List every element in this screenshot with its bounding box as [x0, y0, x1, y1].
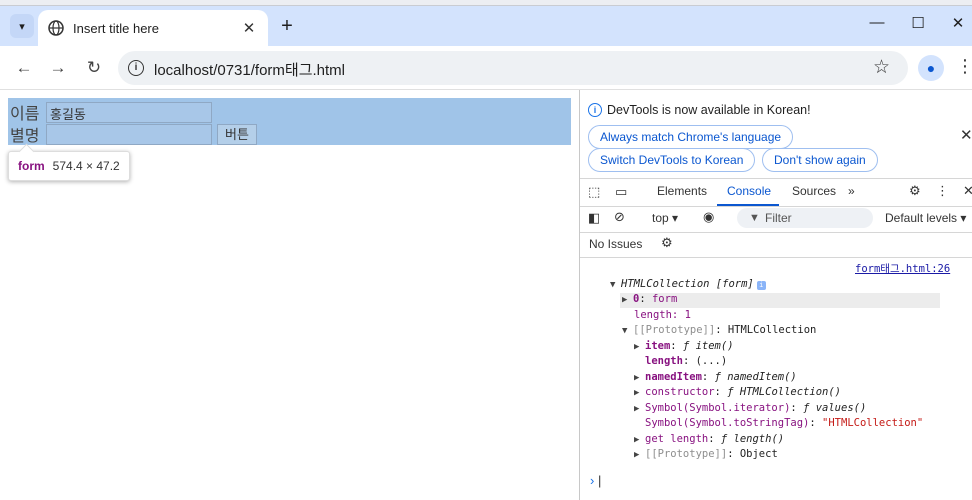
window-close-button[interactable]: ✕ — [946, 14, 970, 32]
prop-length[interactable]: length: (...) — [645, 354, 727, 370]
bookmark-star-icon[interactable]: ☆ — [873, 56, 890, 79]
tooltip-size: 574.4 × 47.2 — [52, 159, 120, 173]
filter-icon: ▼ — [749, 212, 760, 224]
prop-constructor[interactable]: ▶ constructor: ƒ HTMLCollection() — [634, 385, 841, 401]
inspect-element-icon[interactable]: ⬚ — [588, 184, 600, 200]
expand-arrow-icon: ▼ — [622, 326, 628, 336]
devtools-close-icon[interactable]: ✕ — [963, 183, 972, 199]
collection-header[interactable]: ▼ HTMLCollection [form] i — [610, 277, 766, 293]
prop-prototype[interactable]: ▶ [[Prototype]]: Object — [634, 447, 778, 463]
form-button[interactable]: 버튼 — [217, 123, 257, 145]
name-label: 이름 — [10, 106, 40, 123]
levels-value: Default levels — [885, 211, 958, 225]
prop-item[interactable]: ▶ item: ƒ item() — [634, 339, 734, 355]
tab-sources[interactable]: Sources — [792, 184, 836, 198]
nickname-input[interactable] — [46, 123, 212, 145]
prototype-line[interactable]: ▼ [[Prototype]]: HTMLCollection — [622, 323, 816, 339]
console-prompt[interactable]: › | — [590, 473, 601, 488]
tab-close-icon[interactable]: ✕ — [240, 19, 258, 37]
info-icon: i — [588, 103, 602, 117]
language-notice: i DevTools is now available in Korean! — [588, 103, 811, 117]
site-info-icon[interactable]: i — [128, 60, 144, 76]
devtools-menu-icon[interactable]: ⋮ — [936, 183, 949, 199]
log-levels-dropdown[interactable]: Default levels ▾ — [885, 211, 966, 225]
notice-text: DevTools is now available in Korean! — [607, 103, 811, 117]
dont-show-again-button[interactable]: Don't show again — [762, 148, 878, 172]
prop-tostringtag: Symbol(Symbol.toStringTag): "HTMLCollect… — [645, 417, 924, 429]
console-filter-input[interactable]: ▼ Filter — [737, 208, 873, 228]
filter-placeholder: Filter — [765, 211, 792, 225]
source-link[interactable]: form태그.html:26 — [855, 262, 950, 278]
tab-search-button[interactable]: ▾ — [10, 14, 34, 38]
more-tabs-icon[interactable]: » — [848, 184, 855, 198]
browser-menu-icon[interactable]: ⋮ — [956, 56, 972, 77]
form-row-nickname: 별명 버튼 — [10, 122, 257, 146]
forward-button[interactable]: → — [46, 56, 70, 80]
settings-gear-icon[interactable]: ⚙ — [909, 183, 921, 199]
page-viewport: 이름 홍길동 별명 버튼 form 574.4 × 47.2 — [0, 90, 579, 500]
devtools-panel: i DevTools is now available in Korean! A… — [580, 90, 972, 500]
chevron-down-icon: ▾ — [19, 20, 25, 33]
context-value: top — [652, 211, 669, 225]
collapse-arrow-icon: ▶ — [622, 295, 628, 305]
tab-console[interactable]: Console — [727, 184, 771, 198]
divider — [580, 206, 972, 207]
name-input[interactable]: 홍길동 — [46, 101, 212, 123]
maximize-button[interactable]: ☐ — [906, 14, 930, 32]
device-toolbar-icon[interactable]: ▭ — [615, 184, 627, 200]
inspect-tooltip: form 574.4 × 47.2 — [8, 151, 130, 181]
tab-elements[interactable]: Elements — [657, 184, 707, 198]
expand-arrow-icon: ▼ — [610, 280, 616, 290]
live-expression-eye-icon[interactable]: ◉ — [703, 209, 714, 225]
prop-get-length[interactable]: ▶ get length: ƒ length() — [634, 432, 784, 448]
issues-count[interactable]: No Issues — [589, 237, 642, 251]
sidebar-toggle-icon[interactable]: ◧ — [588, 210, 600, 226]
switch-korean-button[interactable]: Switch DevTools to Korean — [588, 148, 756, 172]
context-selector[interactable]: top ▾ — [652, 211, 678, 225]
length-line: length: 1 — [634, 309, 691, 321]
prop-nameditem[interactable]: ▶ namedItem: ƒ namedItem() — [634, 370, 797, 386]
browser-tab[interactable]: Insert title here ✕ — [38, 10, 268, 46]
address-bar[interactable]: i localhost/0731/form태그.html ☆ — [118, 51, 908, 85]
divider — [580, 232, 972, 233]
tab-title: Insert title here — [73, 20, 159, 36]
minimize-button[interactable]: — — [865, 14, 889, 31]
devtools-tabs: ⬚ ▭ Elements Console Sources » ⚙ ⋮ ✕ — [580, 178, 972, 206]
item-0[interactable]: ▶ 0: form — [622, 292, 677, 308]
prop-iterator[interactable]: ▶ Symbol(Symbol.iterator): ƒ values() — [634, 401, 866, 417]
tab-bar: ▾ Insert title here ✕ + — ☐ ✕ — [0, 6, 972, 46]
match-language-button[interactable]: Always match Chrome's language — [588, 125, 794, 149]
back-button[interactable]: ← — [12, 56, 36, 80]
globe-icon — [48, 20, 64, 36]
profile-avatar[interactable]: ● — [918, 55, 944, 81]
url-text: localhost/0731/form태그.html — [154, 62, 346, 79]
notice-close-icon[interactable]: ✕ — [960, 126, 972, 144]
issues-settings-icon[interactable]: ⚙ — [661, 235, 673, 251]
browser-toolbar: ← → ↻ i localhost/0731/form태그.html ☆ ● ⋮ — [0, 46, 972, 90]
form-row-name: 이름 홍길동 — [10, 100, 212, 124]
clear-console-icon[interactable]: ⊘ — [614, 209, 625, 225]
nickname-label: 별명 — [10, 128, 40, 145]
new-tab-button[interactable]: + — [276, 15, 298, 37]
tooltip-tag: form — [18, 159, 45, 173]
divider — [580, 257, 972, 258]
reload-button[interactable]: ↻ — [82, 56, 106, 80]
info-badge-icon: i — [756, 281, 766, 290]
